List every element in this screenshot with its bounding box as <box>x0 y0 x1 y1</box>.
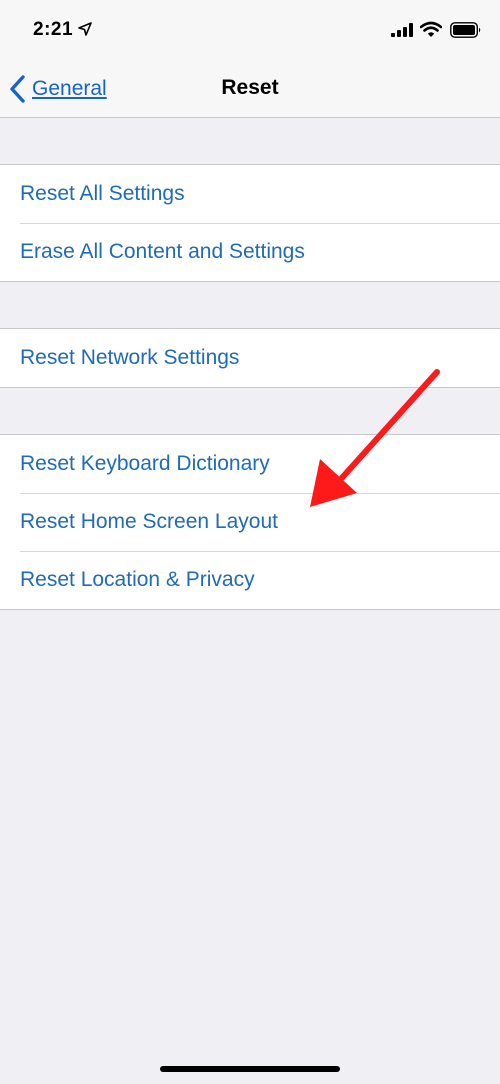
row-label: Reset Location & Privacy <box>20 568 255 591</box>
cellular-signal-icon <box>391 23 413 37</box>
location-arrow-icon <box>78 22 92 36</box>
status-time: 2:21 <box>33 19 74 40</box>
wifi-icon <box>420 21 442 37</box>
row-label: Reset Home Screen Layout <box>20 510 278 533</box>
erase-all-content-row[interactable]: Erase All Content and Settings <box>0 223 500 281</box>
row-label: Reset All Settings <box>20 182 185 205</box>
navigation-bar: General Reset <box>0 62 500 118</box>
reset-group-1: Reset All Settings Erase All Content and… <box>0 164 500 282</box>
status-bar: 2:21 <box>0 0 500 62</box>
reset-location-privacy-row[interactable]: Reset Location & Privacy <box>0 551 500 609</box>
row-label: Reset Keyboard Dictionary <box>20 452 270 475</box>
battery-icon <box>450 22 481 38</box>
reset-all-settings-row[interactable]: Reset All Settings <box>0 165 500 223</box>
annotation-arrow-icon <box>310 369 440 507</box>
row-label: Erase All Content and Settings <box>20 240 305 263</box>
page-title: Reset <box>221 76 279 99</box>
row-label: Reset Network Settings <box>20 346 240 369</box>
home-indicator[interactable] <box>160 1066 340 1072</box>
